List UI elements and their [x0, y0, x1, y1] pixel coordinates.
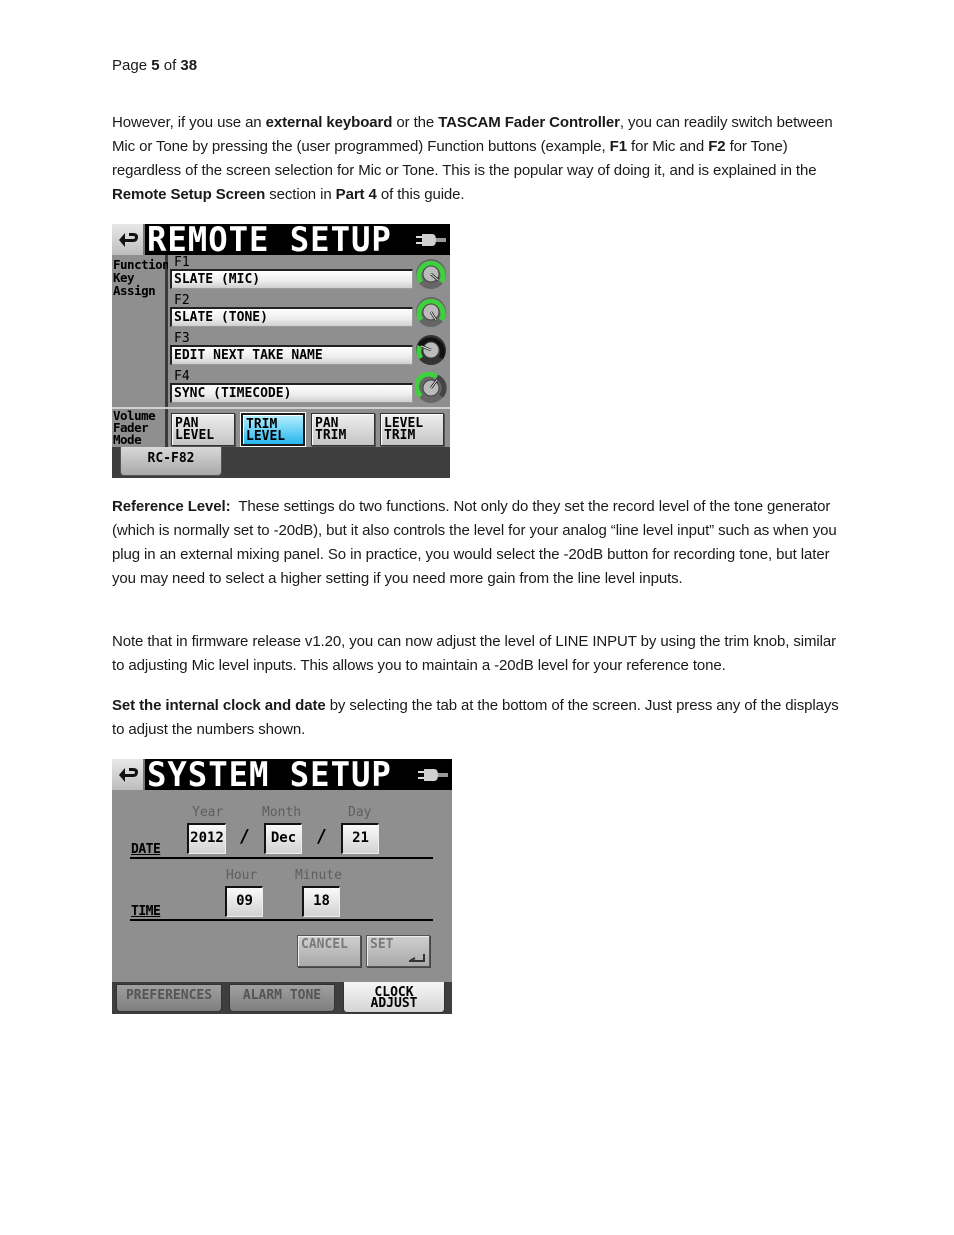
- text: for Mic and: [626, 138, 709, 155]
- function-key-assign-section: Function Key Assign: [112, 255, 170, 431]
- tab-rc-f82[interactable]: RC-F82: [120, 447, 222, 476]
- text: or the: [392, 114, 439, 131]
- volume-fader-mode-section: Volume Fader Mode PAN LEVEL TRIM LEVEL PAN…: [112, 407, 450, 449]
- return-arrow-icon: [118, 767, 138, 782]
- set-label: SET: [370, 937, 394, 952]
- page-total: 38: [180, 57, 198, 74]
- page-current: 5: [151, 57, 160, 74]
- year-field[interactable]: 2012: [187, 823, 226, 854]
- date-separator: /: [239, 826, 250, 847]
- hour-field[interactable]: 09: [225, 886, 263, 917]
- tab-label-line: ADJUST: [370, 996, 418, 1011]
- divider: [130, 919, 433, 921]
- bold-text: Reference Level:: [112, 498, 231, 515]
- bold-text: external keyboard: [265, 114, 393, 131]
- divider: [130, 857, 433, 859]
- date-section-label: DATE: [131, 842, 161, 857]
- tab-alarm-tone[interactable]: ALARM TONE: [229, 984, 335, 1012]
- function-key-value-field[interactable]: SYNC (TIMECODE): [170, 383, 413, 403]
- function-key-label: F3: [174, 331, 190, 346]
- function-key-row-f1: F1 SLATE (MIC): [168, 255, 450, 295]
- button-line: TRIM: [384, 428, 416, 443]
- function-key-value-field[interactable]: EDIT NEXT TAKE NAME: [170, 345, 413, 365]
- month-label: Month: [262, 805, 302, 820]
- page-of: of: [163, 57, 177, 74]
- bold-text: TASCAM Fader Controller: [438, 114, 620, 131]
- hour-label: Hour: [226, 868, 258, 883]
- knob-icon[interactable]: [415, 296, 447, 328]
- function-key-label: F4: [174, 369, 190, 384]
- fader-mode-pan-level-button[interactable]: PAN LEVEL: [171, 413, 235, 446]
- paragraph-firmware-note: Note that in firmware release v1.20, you…: [112, 630, 842, 678]
- text: However, if you use an: [112, 114, 266, 131]
- cancel-button[interactable]: CANCEL: [297, 935, 361, 967]
- function-key-row-f4: F4 SYNC (TIMECODE): [168, 369, 450, 409]
- page-label: Page: [112, 57, 148, 74]
- tab-bar: RC-F82: [112, 447, 450, 478]
- section-label: Mode: [113, 432, 142, 447]
- bold-text: Set the internal clock and date: [112, 697, 326, 714]
- back-button[interactable]: [112, 759, 145, 790]
- day-label: Day: [348, 805, 372, 820]
- date-separator: /: [316, 826, 327, 847]
- page-number: Page 5 of 38: [112, 57, 197, 74]
- function-key-value-field[interactable]: SLATE (MIC): [170, 269, 413, 289]
- back-button[interactable]: [112, 224, 145, 255]
- knob-icon[interactable]: [415, 372, 447, 404]
- enter-icon: [409, 954, 425, 962]
- title-bar: REMOTE SETUP: [112, 224, 450, 260]
- paragraph-clock-date: Set the internal clock and date by selec…: [112, 694, 842, 742]
- bold-text: Part 4: [335, 186, 377, 203]
- tab-clock-adjust[interactable]: CLOCK ADJUST: [343, 982, 445, 1013]
- function-key-row-f3: F3 EDIT NEXT TAKE NAME: [168, 331, 450, 371]
- title-bar: SYSTEM SETUP: [112, 759, 452, 795]
- bold-text: F1: [609, 138, 627, 155]
- section-label: Assign: [113, 283, 156, 298]
- year-label: Year: [192, 805, 224, 820]
- button-line: LEVEL: [175, 428, 215, 443]
- tab-bar: PREFERENCES ALARM TONE CLOCK ADJUST: [112, 982, 452, 1014]
- text: Note that in firmware release v1.20, you…: [112, 633, 836, 674]
- system-setup-screenshot: SYSTEM SETUP Year Month Day 2012 / Dec /…: [112, 759, 452, 1014]
- function-key-value-field[interactable]: SLATE (TONE): [170, 307, 413, 327]
- button-line: TRIM: [315, 428, 347, 443]
- return-arrow-icon: [118, 232, 138, 247]
- text: of this guide.: [376, 186, 465, 203]
- set-button[interactable]: SET: [366, 935, 430, 967]
- divider: [165, 409, 168, 449]
- fader-mode-level-trim-button[interactable]: LEVEL TRIM: [380, 413, 444, 446]
- minute-label: Minute: [295, 868, 342, 883]
- function-key-label: F2: [174, 293, 190, 308]
- power-plug-icon: [416, 234, 446, 246]
- month-field[interactable]: Dec: [264, 823, 302, 854]
- knob-icon[interactable]: [415, 334, 447, 366]
- day-field[interactable]: 21: [341, 823, 379, 854]
- text: section in: [265, 186, 336, 203]
- paragraph-reference-level: Reference Level: These settings do two f…: [112, 495, 842, 591]
- function-key-row-f2: F2 SLATE (TONE): [168, 293, 450, 333]
- bold-text: Remote Setup Screen: [112, 186, 266, 203]
- knob-icon[interactable]: [415, 258, 447, 290]
- bold-text: F2: [708, 138, 726, 155]
- remote-setup-screenshot: REMOTE SETUP Function Key Assign F1 SLAT…: [112, 224, 450, 478]
- tab-preferences[interactable]: PREFERENCES: [116, 984, 222, 1012]
- cancel-label: CANCEL: [301, 937, 348, 952]
- button-line: LEVEL: [246, 429, 286, 444]
- time-section-label: TIME: [131, 904, 161, 919]
- fader-mode-pan-trim-button[interactable]: PAN TRIM: [311, 413, 375, 446]
- power-plug-icon: [418, 769, 448, 781]
- minute-field[interactable]: 18: [302, 886, 340, 917]
- function-key-label: F1: [174, 255, 190, 270]
- fader-mode-trim-level-button[interactable]: TRIM LEVEL: [240, 412, 306, 447]
- paragraph-external-keyboard: However, if you use an external keyboard…: [112, 111, 842, 207]
